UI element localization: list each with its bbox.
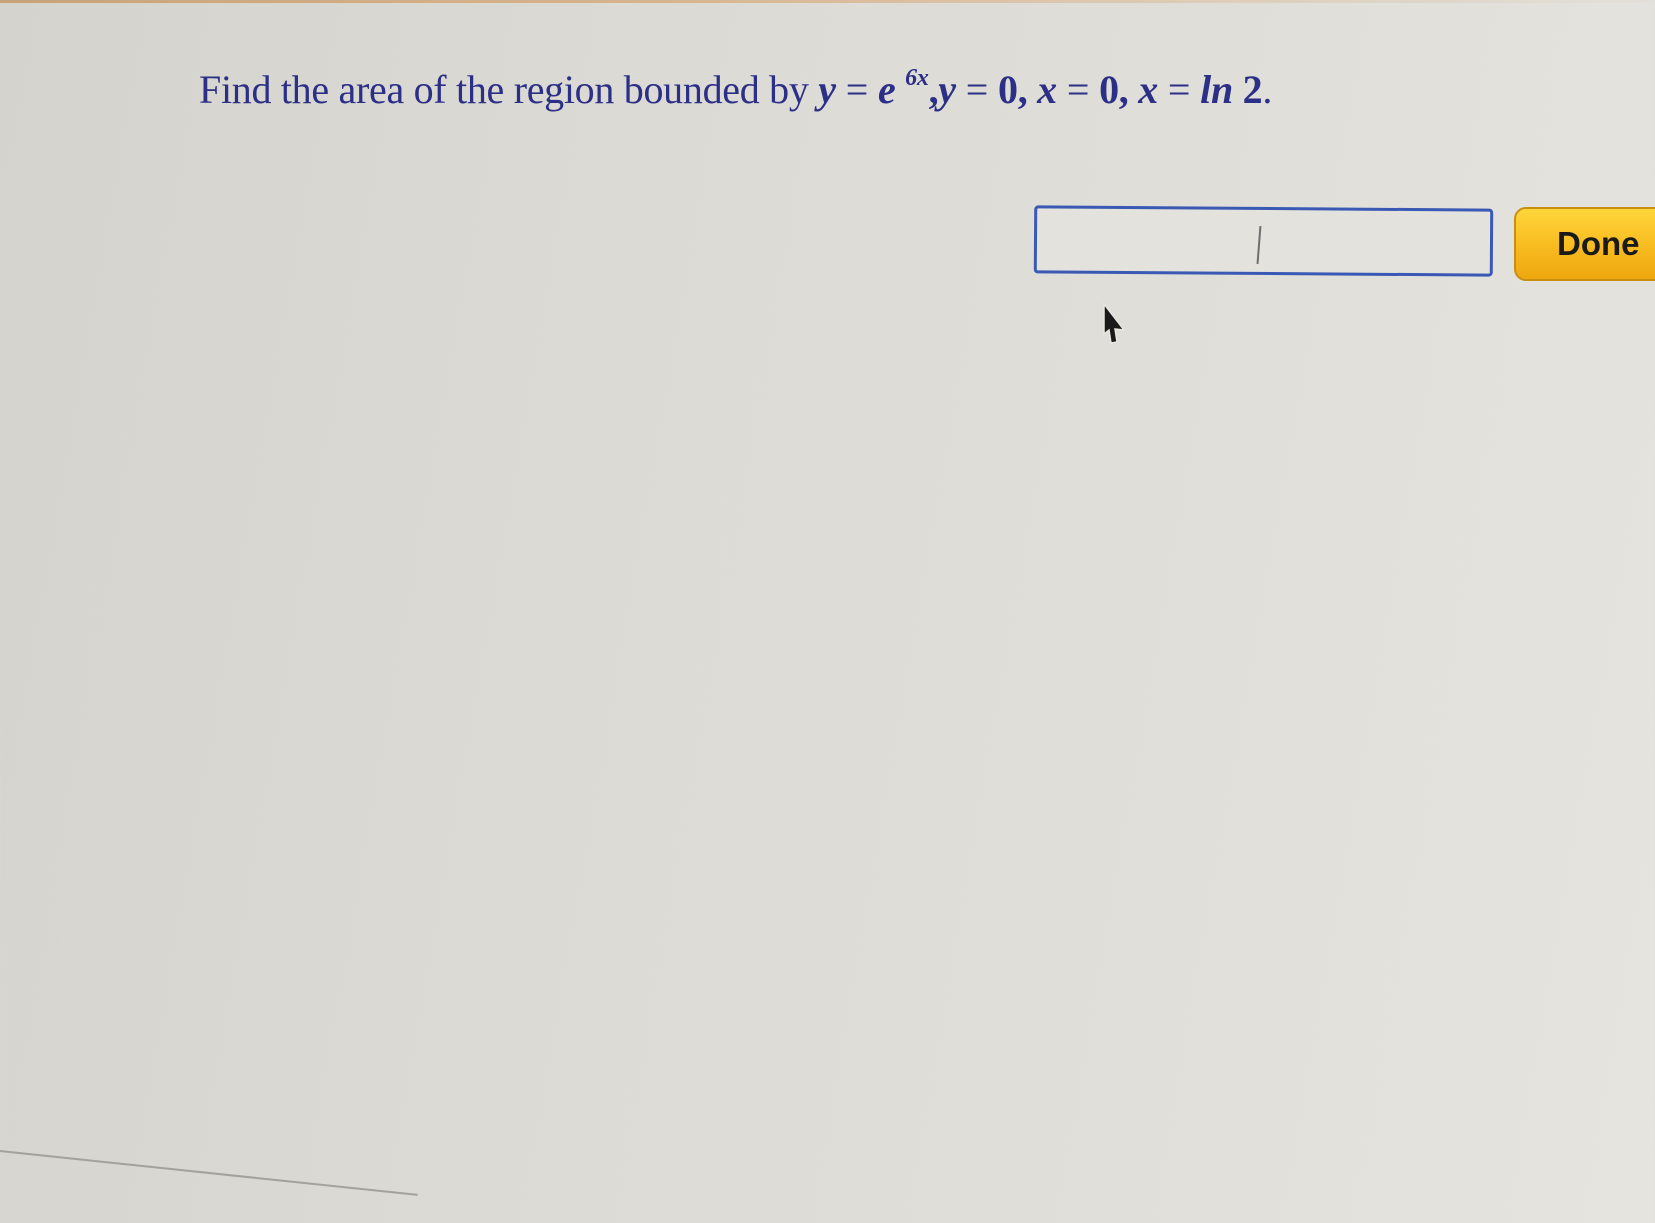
equals-4: = [1167, 67, 1191, 112]
separator-1: , [928, 67, 939, 112]
zero-1: 0 [998, 67, 1018, 112]
separator-3: , [1118, 67, 1129, 112]
done-button[interactable]: Done [1514, 207, 1655, 281]
question-prefix: Find the area of the region bounded by [199, 67, 819, 112]
exponent: 6x [905, 65, 929, 91]
top-divider [0, 0, 1655, 3]
var-x1: x [1037, 67, 1057, 112]
screen-edge [0, 1150, 418, 1196]
equals-1: = [845, 67, 869, 112]
separator-2: , [1017, 67, 1028, 112]
var-x2: x [1138, 67, 1158, 112]
ln-function: ln [1200, 67, 1233, 112]
zero-2: 0 [1099, 67, 1119, 112]
number-two: 2 [1242, 67, 1263, 112]
answer-input[interactable] [1033, 205, 1494, 277]
equals-3: = [1066, 67, 1090, 112]
var-y2: y [938, 67, 956, 112]
question-prompt: Find the area of the region bounded by y… [199, 66, 1272, 113]
base-e: e [877, 67, 896, 112]
cursor-arrow-icon [1103, 302, 1126, 344]
text-caret [1256, 225, 1262, 264]
equals-2: = [965, 67, 989, 112]
var-y1: y [818, 67, 836, 112]
period: . [1262, 67, 1273, 112]
